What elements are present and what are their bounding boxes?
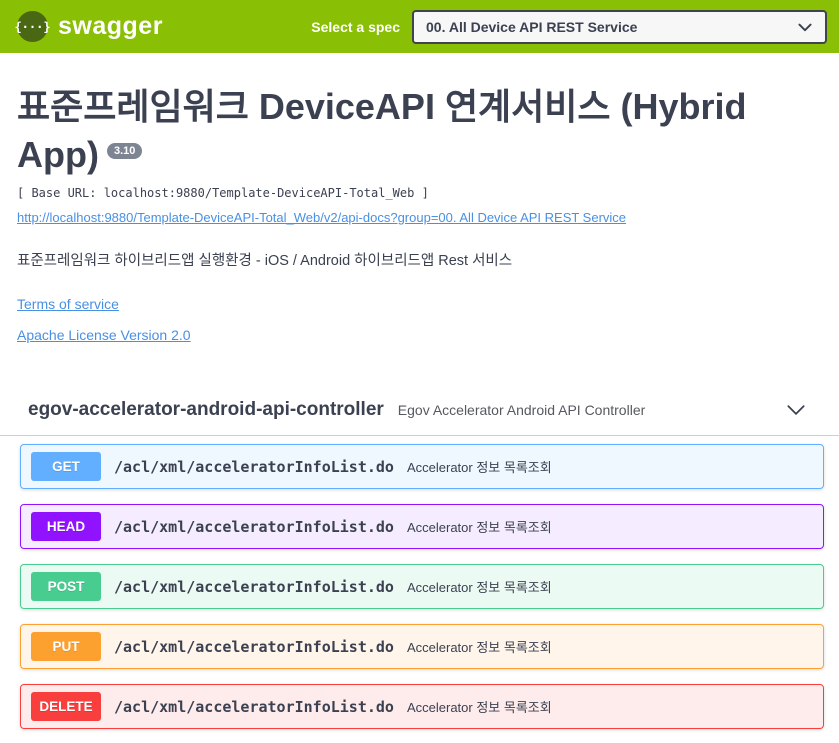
operation-row-head[interactable]: HEAD /acl/xml/acceleratorInfoList.do Acc… <box>20 504 824 549</box>
method-badge: HEAD <box>31 512 101 541</box>
operation-summary: Accelerator 정보 목록조회 <box>407 457 552 476</box>
swagger-logo-text: swagger <box>58 12 163 41</box>
chevron-down-icon[interactable] <box>785 399 807 421</box>
tag-description: Egov Accelerator Android API Controller <box>398 402 645 418</box>
tag-name: egov-accelerator-android-api-controller <box>28 399 384 421</box>
method-badge: DELETE <box>31 692 101 721</box>
spec-select-dropdown[interactable]: 00. All Device API REST Service <box>412 10 827 44</box>
license-link[interactable]: Apache License Version 2.0 <box>17 327 191 343</box>
method-badge: PUT <box>31 632 101 661</box>
swagger-logo-icon: {···} <box>17 11 48 42</box>
base-url: [ Base URL: localhost:9880/Template-Devi… <box>17 186 819 200</box>
method-badge: POST <box>31 572 101 601</box>
operations-list: GET /acl/xml/acceleratorInfoList.do Acce… <box>0 436 839 729</box>
page-title: 표준프레임워크 DeviceAPI 연계서비스 (Hybrid App)3.10 <box>17 83 819 178</box>
swagger-logo: {···} swagger <box>17 11 163 42</box>
api-description: 표준프레임워크 하이브리드앱 실행환경 - iOS / Android 하이브리… <box>17 249 819 270</box>
chevron-down-icon <box>797 19 813 35</box>
operation-summary: Accelerator 정보 목록조회 <box>407 577 552 596</box>
operation-row-delete[interactable]: DELETE /acl/xml/acceleratorInfoList.do A… <box>20 684 824 729</box>
operation-path: /acl/xml/acceleratorInfoList.do <box>114 458 394 476</box>
method-badge: GET <box>31 452 101 481</box>
spec-selector: Select a spec 00. All Device API REST Se… <box>311 10 827 44</box>
operation-summary: Accelerator 정보 목록조회 <box>407 637 552 656</box>
operation-summary: Accelerator 정보 목록조회 <box>407 697 552 716</box>
operation-path: /acl/xml/acceleratorInfoList.do <box>114 578 394 596</box>
operation-path: /acl/xml/acceleratorInfoList.do <box>114 698 394 716</box>
operation-summary: Accelerator 정보 목록조회 <box>407 517 552 536</box>
api-docs-link[interactable]: http://localhost:9880/Template-DeviceAPI… <box>17 210 626 225</box>
operation-path: /acl/xml/acceleratorInfoList.do <box>114 638 394 656</box>
select-spec-label: Select a spec <box>311 19 400 35</box>
api-info-section: 표준프레임워크 DeviceAPI 연계서비스 (Hybrid App)3.10… <box>0 53 839 345</box>
terms-of-service-link[interactable]: Terms of service <box>17 296 119 312</box>
topbar: {···} swagger Select a spec 00. All Devi… <box>0 0 839 53</box>
operation-row-put[interactable]: PUT /acl/xml/acceleratorInfoList.do Acce… <box>20 624 824 669</box>
operation-path: /acl/xml/acceleratorInfoList.do <box>114 518 394 536</box>
tag-section-header[interactable]: egov-accelerator-android-api-controller … <box>0 391 839 436</box>
operation-row-post[interactable]: POST /acl/xml/acceleratorInfoList.do Acc… <box>20 564 824 609</box>
version-badge: 3.10 <box>107 143 142 159</box>
spec-select-value: 00. All Device API REST Service <box>426 19 637 35</box>
operation-row-get[interactable]: GET /acl/xml/acceleratorInfoList.do Acce… <box>20 444 824 489</box>
page-title-text: 표준프레임워크 DeviceAPI 연계서비스 (Hybrid App) <box>17 86 747 175</box>
